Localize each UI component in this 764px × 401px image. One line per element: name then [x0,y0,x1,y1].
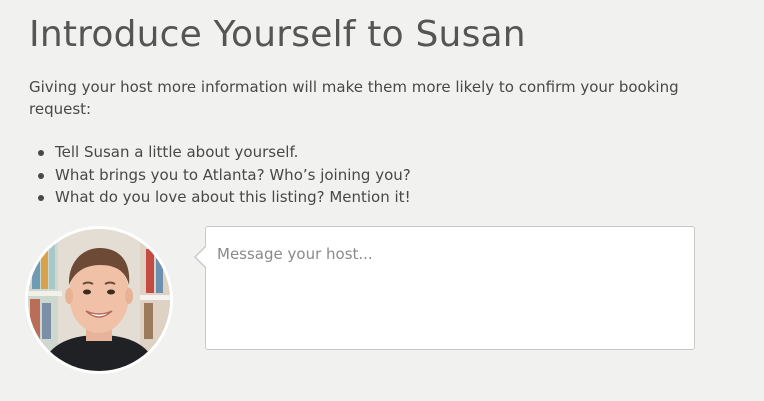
bullet-icon [38,172,44,179]
tip-text: Tell Susan a little about yourself. [55,143,299,161]
tip-item: Tell Susan a little about yourself. [29,141,411,164]
user-avatar-photo [28,229,170,371]
avatar [28,229,170,371]
message-field-container [194,226,695,350]
tip-text: What do you love about this listing? Men… [55,188,411,206]
tip-item: What brings you to Atlanta? Who’s joinin… [29,164,411,187]
intro-text: Giving your host more information will m… [29,78,679,118]
message-host-input[interactable] [205,226,695,350]
speech-caret-fill [196,247,206,267]
tips-list: Tell Susan a little about yourself. What… [29,141,411,209]
bullet-icon [38,150,44,156]
bullet-icon [38,195,44,201]
tip-text: What brings you to Atlanta? Who’s joinin… [55,165,411,184]
page-title: Introduce Yourself to Susan [29,14,526,55]
tip-item: What do you love about this listing? Men… [29,186,411,209]
